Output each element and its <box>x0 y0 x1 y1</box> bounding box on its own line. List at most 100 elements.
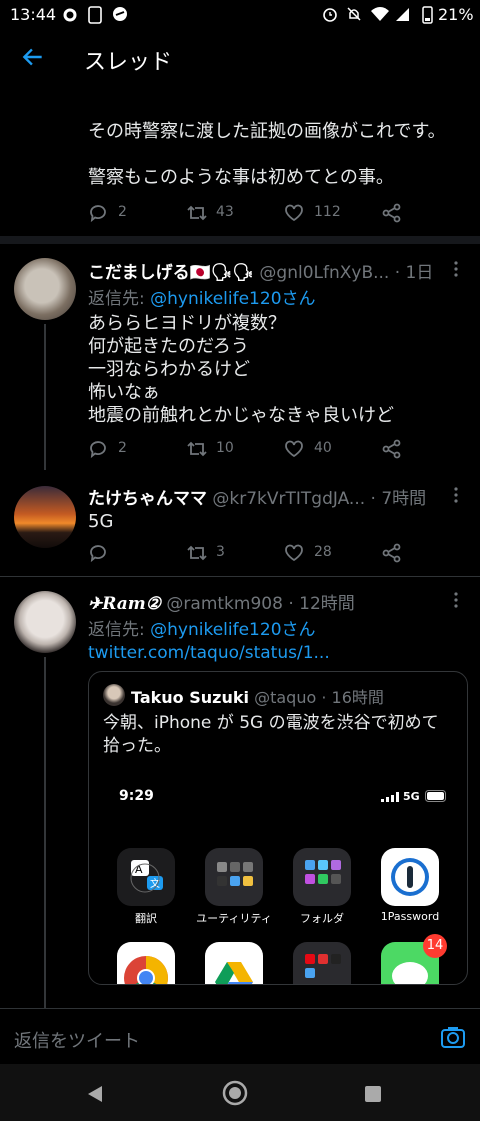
app-label: 1Password <box>380 910 440 923</box>
quote-text: 今朝、iPhone が 5G の電波を渋谷で初めて拾った。 <box>103 713 439 756</box>
alarm-icon <box>323 8 337 22</box>
action-bar: 3 28 <box>88 542 468 566</box>
1password-icon[interactable] <box>381 848 439 906</box>
notification-badge: 14 <box>423 934 447 958</box>
settings-icon <box>63 8 77 22</box>
action-bar: 2 43 112 <box>88 202 468 226</box>
tweet-header: たけちゃんママ @kr7kVrTITgdJA... · 7時間 <box>88 484 426 509</box>
like-count: 40 <box>314 440 332 456</box>
like-count: 112 <box>314 204 341 220</box>
battery-percent: 21% <box>438 5 474 24</box>
reply-prefix: 返信先: <box>88 289 151 309</box>
tweet-line: 何が起きたのだろう <box>88 336 249 357</box>
app-label: ユーティリティ <box>196 912 272 925</box>
tweet-line: 警察もこのような事は初めてとの事。 <box>88 167 394 188</box>
retweet-count: 43 <box>216 204 234 220</box>
utilities-folder-icon[interactable] <box>205 848 263 906</box>
share-icon[interactable] <box>382 439 402 459</box>
battery-icon <box>422 6 433 24</box>
camera-icon[interactable] <box>440 1025 466 1049</box>
display-name[interactable]: こだましげる🇯🇵🗣🗣 <box>88 263 254 283</box>
reply-input[interactable]: 返信をツイート <box>14 1027 140 1053</box>
timestamp: · 16時間 <box>321 688 384 707</box>
like-icon[interactable] <box>284 439 304 459</box>
page-title: スレッド <box>84 50 173 75</box>
reply-prefix: 返信先: <box>88 620 151 640</box>
tweet-link[interactable]: twitter.com/taquo/status/1... <box>88 643 330 663</box>
mute-icon <box>347 7 361 21</box>
avatar[interactable] <box>14 591 76 653</box>
wifi-icon <box>371 7 389 21</box>
app-bar: スレッド <box>0 30 480 90</box>
google-drive-icon[interactable] <box>205 942 263 984</box>
retweet-icon[interactable] <box>186 203 208 223</box>
more-icon[interactable] <box>450 591 462 611</box>
tweet-text: その時警察に渡した証拠の画像がこれです。 警察もこのような事は初めてとの事。 <box>88 120 468 189</box>
avatar[interactable] <box>14 486 76 548</box>
thread-line <box>44 324 46 470</box>
back-arrow-icon[interactable] <box>20 44 46 70</box>
tweet-line: 地震の前触れとかじゃなきゃ良いけど <box>88 405 394 426</box>
status-bar: 13:44 21% <box>0 0 480 30</box>
handle: @taquo <box>254 688 317 707</box>
signal-icon <box>396 8 409 21</box>
avatar[interactable] <box>14 258 76 320</box>
reply-tweet[interactable]: こだましげる🇯🇵🗣🗣 @gnl0LfnXyB... · 1日 返信先: @hyn… <box>0 244 480 470</box>
reply-to-link[interactable]: @hynikelife120さん <box>150 289 315 309</box>
retweet-count: 10 <box>216 440 234 456</box>
retweet-icon[interactable] <box>186 439 208 459</box>
share-icon[interactable] <box>382 543 402 563</box>
timestamp: · 7時間 <box>370 489 427 509</box>
reply-tweet[interactable]: たけちゃんママ @kr7kVrTITgdJA... · 7時間 5G 3 28 <box>0 474 480 576</box>
display-name[interactable]: たけちゃんママ <box>88 489 207 509</box>
like-icon[interactable] <box>284 203 304 223</box>
tweet-line: その時警察に渡した証拠の画像がこれです。 <box>88 121 446 142</box>
reply-to-link[interactable]: @hynikelife120さん <box>150 620 315 640</box>
retweet-count: 3 <box>216 544 225 560</box>
tweet-text: 5G <box>88 511 114 532</box>
tweet-line: 一羽ならわかるけど <box>88 359 250 380</box>
display-name[interactable]: ✈Ram② <box>88 594 161 614</box>
translate-app-icon[interactable]: A文 <box>117 848 175 906</box>
tweet-line: あららヒヨドリが複数？ <box>88 313 286 334</box>
status-time: 13:44 <box>10 5 57 24</box>
display-name: Takuo Suzuki <box>131 688 249 707</box>
system-navigation-bar <box>0 1064 480 1121</box>
tweet-line: 怖いなぁ <box>88 382 160 403</box>
quoted-image[interactable]: 9:29 5G A文 翻訳 ユーティリティ フォルダ 1Password 14 <box>103 768 453 984</box>
tweet-text: あららヒヨドリが複数？ 何が起きたのだろう 一羽ならわかるけど 怖いなぁ 地震の… <box>88 312 468 427</box>
folder-icon[interactable] <box>293 942 351 984</box>
reply-context: 返信先: @hynikelife120さん <box>88 615 316 640</box>
like-icon[interactable] <box>284 543 304 563</box>
reply-icon[interactable] <box>88 203 108 223</box>
quoted-tweet[interactable]: Takuo Suzuki @taquo · 16時間 今朝、iPhone が 5… <box>88 671 468 985</box>
signal-icon <box>381 792 399 802</box>
folder-icon[interactable] <box>293 848 351 906</box>
share-icon[interactable] <box>382 203 402 223</box>
action-bar: 2 10 40 <box>88 438 468 462</box>
avatar <box>103 684 125 706</box>
thread-line <box>44 657 46 1008</box>
reply-icon[interactable] <box>88 439 108 459</box>
like-count: 28 <box>314 544 332 560</box>
main-tweet[interactable]: その時警察に渡した証拠の画像がこれです。 警察もこのような事は初めてとの事。 2… <box>0 90 480 230</box>
nav-home-icon[interactable] <box>222 1080 248 1106</box>
handle: @ramtkm908 <box>166 594 283 614</box>
retweet-icon[interactable] <box>186 543 208 563</box>
handle: @kr7kVrTITgdJA... <box>212 489 366 509</box>
battery-icon <box>425 790 446 802</box>
reply-count: 2 <box>118 204 127 220</box>
handle: @gnl0LfnXyB... <box>259 263 390 283</box>
tweet-header: こだましげる🇯🇵🗣🗣 @gnl0LfnXyB... · 1日 <box>88 258 433 283</box>
phone-time: 9:29 <box>119 788 154 804</box>
nav-recents-icon[interactable] <box>364 1085 382 1103</box>
network-label: 5G <box>403 790 420 803</box>
reply-tweet[interactable]: ✈Ram② @ramtkm908 · 12時間 返信先: @hynikelife… <box>0 577 480 1008</box>
more-icon[interactable] <box>450 486 462 506</box>
nav-back-icon[interactable] <box>86 1084 104 1104</box>
timestamp: · 1日 <box>394 263 434 283</box>
chrome-icon[interactable] <box>117 942 175 984</box>
reply-icon[interactable] <box>88 543 108 563</box>
more-icon[interactable] <box>450 260 462 280</box>
app-notification-icon <box>113 7 127 21</box>
